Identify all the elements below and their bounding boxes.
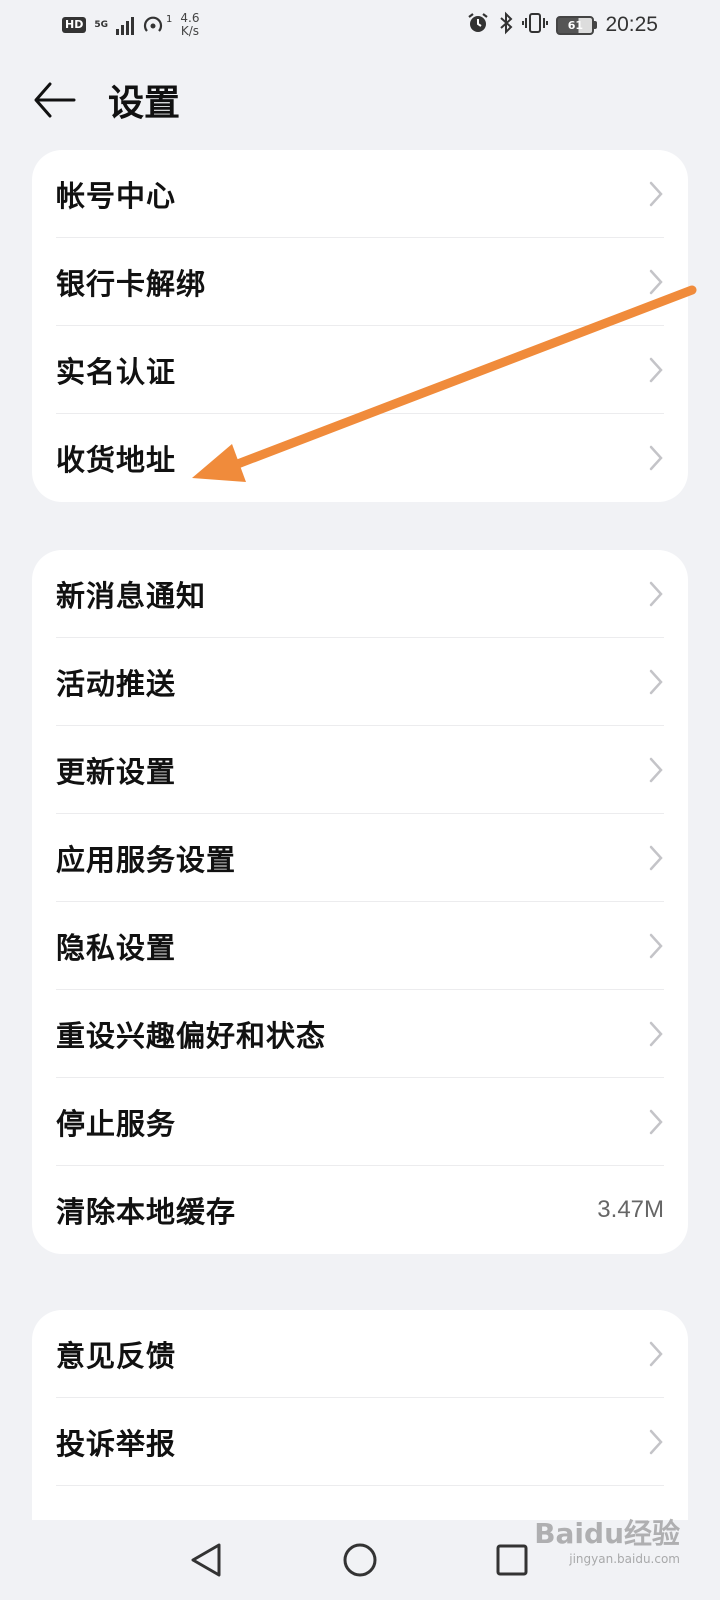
title-bar: 设置 <box>0 60 720 140</box>
network-type: 5G <box>94 19 108 30</box>
status-left: HD 5G 1 4.6 K/s <box>62 12 199 38</box>
chevron-right-icon <box>648 443 664 473</box>
status-bar: HD 5G 1 4.6 K/s 61 20:25 <box>0 0 720 50</box>
triangle-back-icon <box>191 1543 221 1577</box>
nav-back-button[interactable] <box>176 1530 236 1590</box>
settings-item-label: 新消息通知 <box>56 578 207 613</box>
speed-unit: K/s <box>180 24 199 38</box>
chevron-right-icon <box>648 267 664 297</box>
settings-item-real-name-auth[interactable]: 实名认证 <box>56 326 664 414</box>
bluetooth-icon <box>498 11 514 39</box>
page-title: 设置 <box>108 82 181 124</box>
settings-item-stop-service[interactable]: 停止服务 <box>56 1078 664 1166</box>
settings-item-feedback[interactable]: 意见反馈 <box>56 1310 664 1398</box>
clock: 20:25 <box>605 13 658 36</box>
settings-item-label: 银行卡解绑 <box>56 266 207 301</box>
settings-item-reset-interests[interactable]: 重设兴趣偏好和状态 <box>56 990 664 1078</box>
chevron-right-icon <box>648 1427 664 1457</box>
settings-item-label: 投诉举报 <box>56 1426 177 1461</box>
network-speed: 4.6 K/s <box>180 12 199 38</box>
nav-recents-button[interactable] <box>482 1530 542 1590</box>
status-right: 61 20:25 <box>466 11 658 39</box>
settings-item-account-center[interactable]: 帐号中心 <box>56 150 664 238</box>
nav-home-button[interactable] <box>330 1530 390 1590</box>
chevron-right-icon <box>648 1019 664 1049</box>
settings-item-label: 清除本地缓存 <box>56 1195 237 1229</box>
settings-item-activity-push[interactable]: 活动推送 <box>56 638 664 726</box>
settings-item-clear-cache[interactable]: 清除本地缓存 3.47M <box>56 1166 664 1254</box>
square-recents-icon <box>496 1544 528 1576</box>
settings-item-privacy-settings[interactable]: 隐私设置 <box>56 902 664 990</box>
settings-group-general: 新消息通知 活动推送 更新设置 应用服务设置 隐私设置 重设兴趣偏好和状态 停止… <box>32 550 688 1254</box>
settings-item-complaint-report[interactable]: 投诉举报 <box>56 1398 664 1486</box>
chevron-right-icon <box>648 1339 664 1369</box>
settings-item-label: 隐私设置 <box>56 930 177 965</box>
settings-item-label: 应用服务设置 <box>56 842 237 877</box>
settings-item-update-settings[interactable]: 更新设置 <box>56 726 664 814</box>
back-arrow-icon <box>34 82 76 118</box>
alarm-icon <box>466 11 490 39</box>
settings-item-label: 收货地址 <box>56 443 177 477</box>
cache-size-value: 3.47M <box>597 1196 664 1223</box>
settings-group-feedback: 意见反馈 投诉举报 <box>32 1310 688 1540</box>
settings-item-label: 更新设置 <box>56 754 177 789</box>
settings-item-unbind-bank-card[interactable]: 银行卡解绑 <box>56 238 664 326</box>
chevron-right-icon <box>648 579 664 609</box>
chevron-right-icon <box>648 179 664 209</box>
settings-item-label: 意见反馈 <box>56 1338 177 1373</box>
hotspot-icon: 1 <box>142 14 172 36</box>
baidu-watermark: Baidu经验 jingyan.baidu.com <box>534 1512 680 1566</box>
signal-icon <box>116 15 134 35</box>
chevron-right-icon <box>648 355 664 385</box>
settings-item-label: 帐号中心 <box>56 178 177 213</box>
circle-home-icon <box>343 1543 377 1577</box>
vibrate-icon <box>522 11 549 39</box>
settings-group-account: 帐号中心 银行卡解绑 实名认证 收货地址 <box>32 150 688 502</box>
chevron-right-icon <box>648 843 664 873</box>
battery-icon: 61 <box>556 15 598 35</box>
chevron-right-icon <box>648 931 664 961</box>
settings-item-new-message-notification[interactable]: 新消息通知 <box>56 550 664 638</box>
hotspot-count: 1 <box>166 14 173 25</box>
battery-level: 61 <box>556 15 595 35</box>
settings-item-shipping-address[interactable]: 收货地址 <box>56 414 664 502</box>
chevron-right-icon <box>648 1107 664 1137</box>
settings-item-label: 活动推送 <box>56 666 177 701</box>
chevron-right-icon <box>648 755 664 785</box>
settings-item-label: 停止服务 <box>56 1106 177 1141</box>
watermark-logo: Baidu经验 <box>534 1517 680 1550</box>
settings-item-app-service-settings[interactable]: 应用服务设置 <box>56 814 664 902</box>
settings-item-label: 实名认证 <box>56 354 177 389</box>
chevron-right-icon <box>648 667 664 697</box>
hd-badge: HD <box>62 17 87 33</box>
back-button[interactable] <box>24 70 84 130</box>
settings-item-label: 重设兴趣偏好和状态 <box>56 1018 327 1053</box>
watermark-url: jingyan.baidu.com <box>569 1552 680 1566</box>
